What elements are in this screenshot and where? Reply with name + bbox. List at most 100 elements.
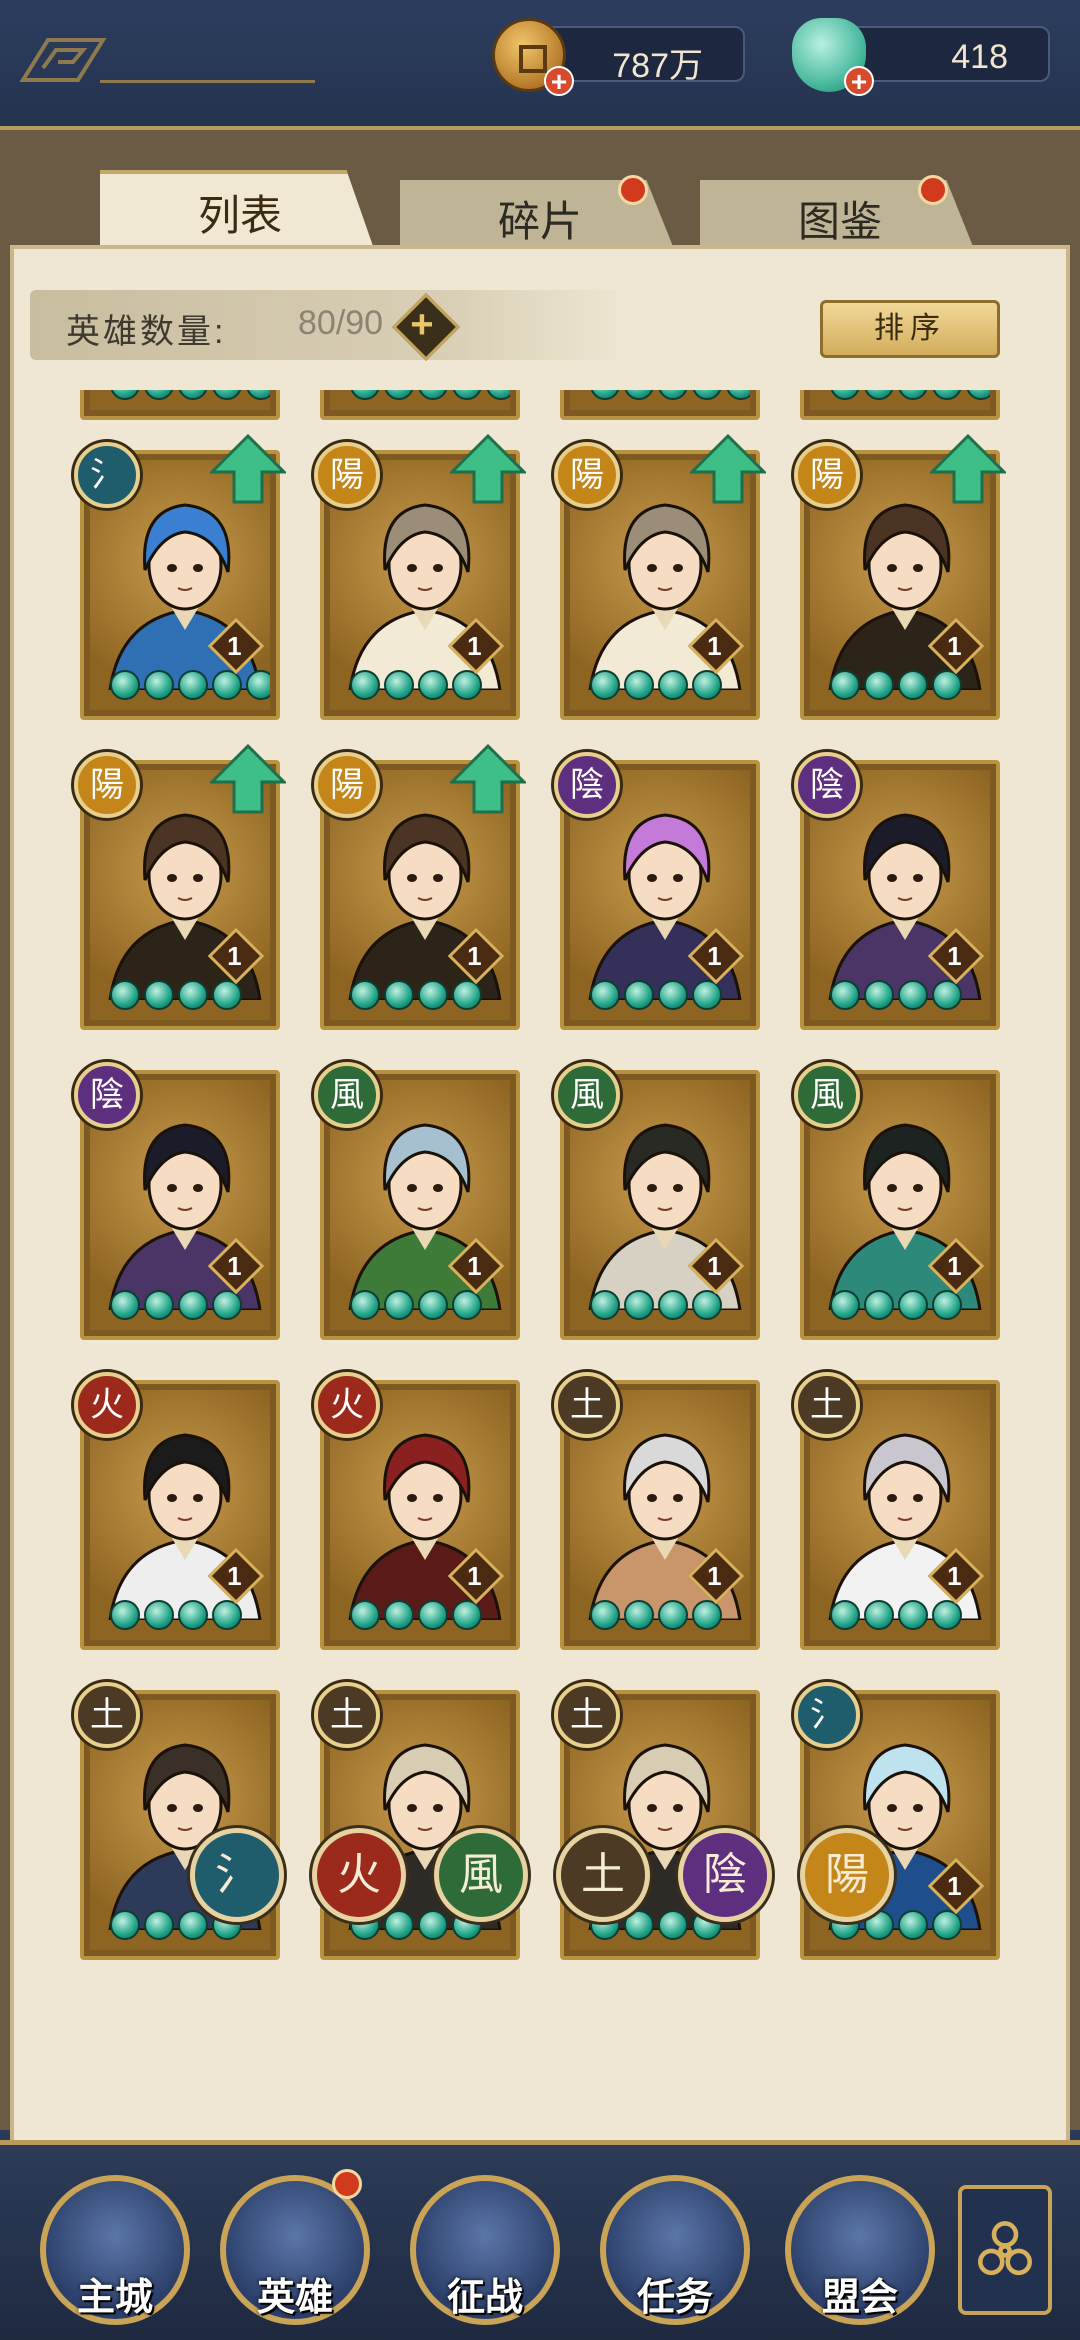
- gem-icon: [864, 1600, 894, 1630]
- gem-icon: [692, 670, 722, 700]
- gem-icon: [898, 1290, 928, 1320]
- element-badge: 陽: [314, 752, 380, 818]
- level-value: 1: [947, 1251, 962, 1282]
- sort-button[interactable]: 排序: [820, 300, 1000, 358]
- upgrade-arrow-icon: [450, 744, 526, 814]
- gem-icon: [658, 980, 688, 1010]
- coin-counter: + 787万: [492, 18, 745, 96]
- level-value: 1: [227, 1561, 242, 1592]
- fragments-badge: [618, 175, 648, 205]
- gem-icon: [658, 670, 688, 700]
- gem-icon: [658, 1290, 688, 1320]
- hero-card[interactable]: 1氵: [74, 434, 286, 720]
- gem-icon: [212, 390, 242, 400]
- hero-card-partial[interactable]: [560, 390, 760, 420]
- upgrade-arrow-icon: [450, 434, 526, 504]
- gem-icon: [212, 980, 242, 1010]
- element-filter-button[interactable]: 火: [312, 1828, 406, 1922]
- star-gems: [350, 670, 482, 700]
- hero-card[interactable]: 1風: [314, 1062, 520, 1340]
- hero-card[interactable]: 1陽: [314, 434, 526, 720]
- hero-card[interactable]: 1風: [554, 1062, 760, 1340]
- element-badge: 陽: [554, 442, 620, 508]
- hero-card-partial[interactable]: [320, 390, 520, 420]
- gem-icon: [932, 670, 962, 700]
- gem-icon: [898, 1910, 928, 1940]
- hero-card[interactable]: 1氵: [794, 1682, 1000, 1960]
- gem-icon: [384, 390, 414, 400]
- gem-icon: [692, 1290, 722, 1320]
- upgrade-arrow-icon: [210, 744, 286, 814]
- nav-item-battle[interactable]: 征战: [410, 2175, 560, 2325]
- level-value: 1: [467, 1561, 482, 1592]
- nav-item-task[interactable]: 任务: [600, 2175, 750, 2325]
- level-value: 1: [467, 941, 482, 972]
- gem-icon: [350, 1600, 380, 1630]
- star-gems: [590, 670, 722, 700]
- hero-card[interactable]: 1陰: [554, 752, 760, 1030]
- gem-icon: [178, 980, 208, 1010]
- hero-card[interactable]: 1風: [794, 1062, 1000, 1340]
- gem-icon: [350, 390, 380, 400]
- flower-icon: [978, 2221, 1032, 2276]
- hero-card[interactable]: 1陽: [74, 744, 286, 1030]
- add-coin-button[interactable]: +: [544, 66, 574, 96]
- element-filter-button[interactable]: 氵: [190, 1828, 284, 1922]
- gem-icon: [590, 1600, 620, 1630]
- gem-icon: [966, 390, 990, 400]
- gem-icon: [932, 390, 962, 400]
- gem-icon: [692, 1600, 722, 1630]
- star-gems: [830, 980, 962, 1010]
- hero-card[interactable]: 1陽: [554, 434, 766, 720]
- gem-icon: [178, 670, 208, 700]
- gem-icon: [932, 980, 962, 1010]
- level-value: 1: [707, 941, 722, 972]
- gem-icon: [418, 1600, 448, 1630]
- gem-icon: [418, 390, 448, 400]
- topbar-divider: [100, 80, 315, 83]
- gem-icon: [350, 670, 380, 700]
- element-badge: 土: [314, 1682, 380, 1748]
- hero-card[interactable]: 1土: [794, 1372, 1000, 1650]
- top-bar: + 787万 + 418: [0, 0, 1080, 130]
- hero-card[interactable]: 1陰: [794, 752, 1000, 1030]
- hero-card[interactable]: 1火: [74, 1372, 280, 1650]
- level-value: 1: [707, 1251, 722, 1282]
- element-filter-button[interactable]: 風: [434, 1828, 528, 1922]
- hero-card[interactable]: 1土: [554, 1372, 760, 1650]
- gem-icon: [384, 1290, 414, 1320]
- hero-card[interactable]: 1陰: [74, 1062, 280, 1340]
- element-badge: 風: [314, 1062, 380, 1128]
- hero-card-partial[interactable]: [80, 390, 280, 420]
- element-filter-button[interactable]: 陽: [800, 1828, 894, 1922]
- gem-icon: [110, 1910, 140, 1940]
- hero-card[interactable]: 1陽: [794, 434, 1006, 720]
- gem-icon: [212, 1290, 242, 1320]
- gem-icon: [830, 1600, 860, 1630]
- hero-card[interactable]: 1火: [314, 1372, 520, 1650]
- gem-icon: [384, 1910, 414, 1940]
- hero-count-label: 英雄数量:: [66, 313, 227, 351]
- upgrade-arrow-icon: [210, 434, 286, 504]
- more-menu-button[interactable]: [958, 2185, 1052, 2315]
- nav-item-city[interactable]: 主城: [40, 2175, 190, 2325]
- element-badge: 土: [794, 1372, 860, 1438]
- element-badge: 土: [74, 1682, 140, 1748]
- element-filter-button[interactable]: 土: [556, 1828, 650, 1922]
- gem-icon: [692, 390, 722, 400]
- nav-item-guild[interactable]: 盟会: [785, 2175, 935, 2325]
- star-gems: [590, 1290, 722, 1320]
- element-badge: 陰: [74, 1062, 140, 1128]
- hero-card[interactable]: 1陽: [314, 744, 526, 1030]
- nav-badge: [332, 2169, 362, 2199]
- menu-icon[interactable]: [18, 30, 108, 90]
- gem-icon: [452, 1290, 482, 1320]
- nav-item-hero[interactable]: 英雄: [220, 2169, 370, 2325]
- add-jade-button[interactable]: +: [844, 66, 874, 96]
- element-filter-button[interactable]: 陰: [678, 1828, 772, 1922]
- element-badge: 陽: [794, 442, 860, 508]
- element-badge: 火: [314, 1372, 380, 1438]
- gem-icon: [486, 390, 510, 400]
- gem-icon: [110, 390, 140, 400]
- hero-card-partial[interactable]: [800, 390, 1000, 420]
